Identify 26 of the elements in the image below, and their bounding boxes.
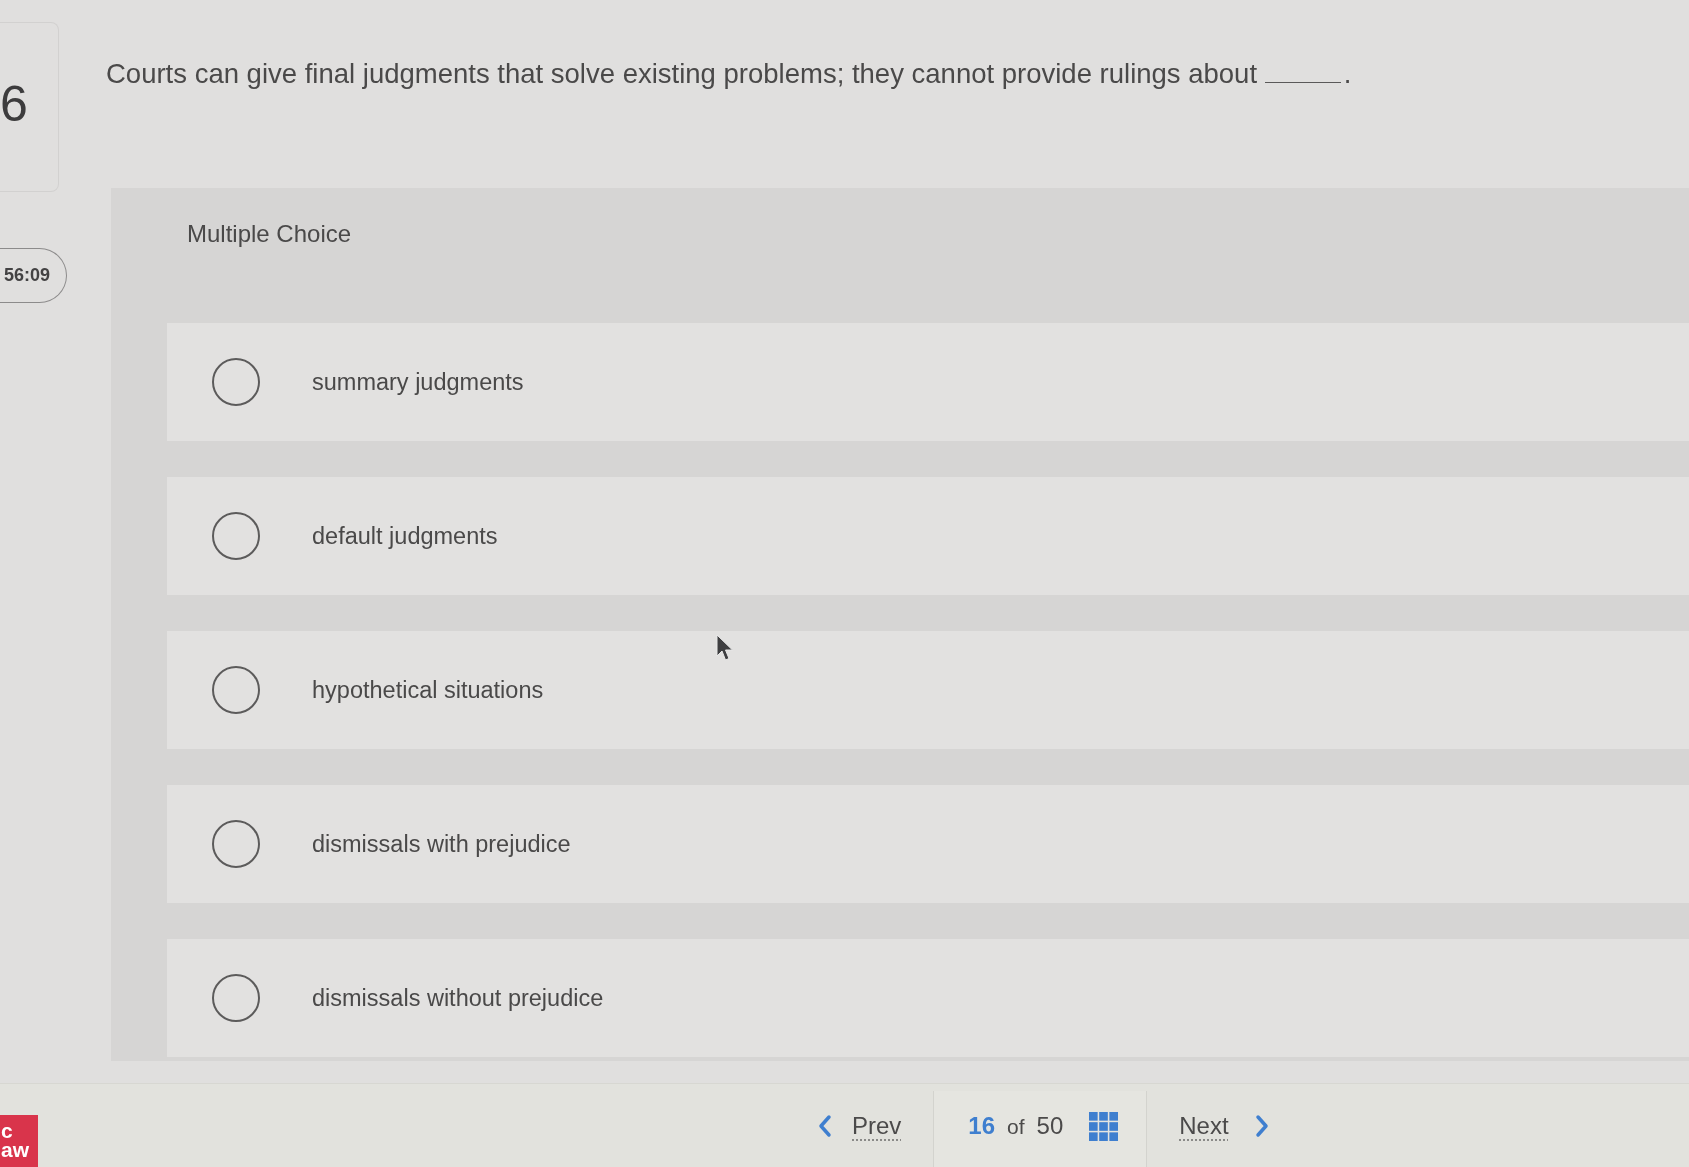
radio-button[interactable]	[212, 512, 260, 560]
answer-option-card[interactable]: summary judgments	[167, 323, 1689, 441]
option-label: dismissals with prejudice	[312, 830, 571, 858]
chevron-left-icon	[818, 1114, 832, 1138]
answer-option-card[interactable]: dismissals with prejudice	[167, 785, 1689, 903]
question-text: Courts can give final judgments that solve existing problems; they cannot provide rulings about .	[106, 58, 1353, 90]
answer-option-card[interactable]: default judgments	[167, 477, 1689, 595]
prev-button[interactable]: Prev	[808, 1091, 912, 1161]
question-type-label: Multiple Choice	[187, 220, 352, 248]
next-button[interactable]: Next	[1169, 1091, 1279, 1161]
option-label: default judgments	[312, 522, 498, 550]
radio-button[interactable]	[212, 820, 260, 868]
question-number: 6	[0, 22, 59, 192]
mouse-pointer-icon	[716, 634, 734, 662]
grid-icon[interactable]	[1089, 1111, 1119, 1141]
radio-button[interactable]	[212, 358, 260, 406]
question-counter: 16 of 50	[968, 1112, 1064, 1140]
answer-option-card[interactable]: dismissals without prejudice	[167, 939, 1689, 1057]
radio-button[interactable]	[212, 666, 260, 714]
option-label: summary judgments	[312, 368, 524, 396]
answer-option-card[interactable]: hypothetical situations	[167, 631, 1689, 749]
chevron-right-icon	[1254, 1114, 1269, 1138]
radio-button[interactable]	[212, 974, 260, 1022]
option-label: hypothetical situations	[312, 676, 544, 704]
logo: c aw	[0, 1115, 38, 1167]
option-label: dismissals without prejudice	[312, 984, 604, 1012]
